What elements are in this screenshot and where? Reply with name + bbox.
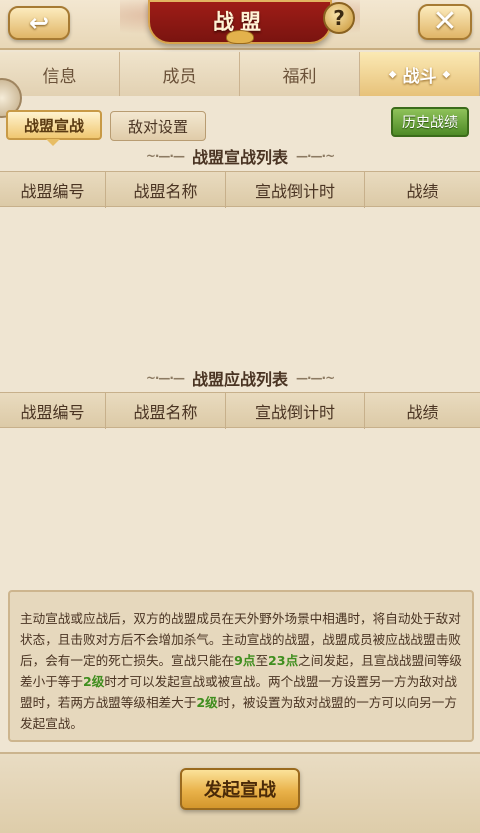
subtab-declare-war[interactable]: 战盟宣战 xyxy=(6,110,102,140)
column-header: 宣战倒计时 xyxy=(226,172,365,208)
tab-battle[interactable]: ◆ 战斗 ◆ xyxy=(360,52,480,96)
diamond-icon: ◆ xyxy=(442,68,451,80)
rules-highlight: 2级 xyxy=(82,674,105,689)
back-button[interactable]: ↩ xyxy=(8,6,70,40)
rules-highlight: 9点 xyxy=(234,653,256,668)
declare-table-header: 战盟编号 战盟名称 宣战倒计时 战绩 xyxy=(0,171,480,208)
column-header: 战盟名称 xyxy=(106,172,226,208)
ornament-left-icon: ~·—·— xyxy=(145,371,185,385)
history-record-button[interactable]: 历史战绩 xyxy=(391,107,469,137)
tab-welfare[interactable]: 福利 xyxy=(240,52,360,96)
column-header: 战绩 xyxy=(406,403,439,422)
column-header: 战绩 xyxy=(406,182,439,201)
rules-description: 主动宣战或应战后，双方的战盟成员在天外野外场景中相遇时，将自动处于敌对状态，且击… xyxy=(8,590,474,742)
back-arrow-icon: ↩ xyxy=(28,9,50,37)
tab-label: 福利 xyxy=(282,66,317,87)
history-button-label: 历史战绩 xyxy=(402,115,458,131)
response-list-title-text: 战盟应战列表 xyxy=(191,370,288,389)
column-header: 战盟编号 xyxy=(0,393,106,429)
rules-highlight: 2级 xyxy=(196,695,218,710)
ornament-right-icon: —·—·~ xyxy=(296,371,335,385)
declare-list-title: ~·—·— 战盟宣战列表 —·—·~ xyxy=(0,145,480,167)
response-list-title: ~·—·— 战盟应战列表 —·—·~ xyxy=(0,367,480,389)
declare-war-button[interactable]: 发起宣战 xyxy=(180,768,300,810)
declare-list-title-text: 战盟宣战列表 xyxy=(191,148,288,167)
tab-members[interactable]: 成员 xyxy=(120,52,240,96)
ornament-right-icon: —·—·~ xyxy=(296,149,335,163)
title-knot-ornament xyxy=(226,30,254,44)
tab-label: 信息 xyxy=(42,66,77,87)
help-button[interactable]: ? xyxy=(323,2,355,34)
response-table-header: 战盟编号 战盟名称 宣战倒计时 战绩 xyxy=(0,392,480,429)
diamond-icon: ◆ xyxy=(388,68,397,80)
subtab-label: 战盟宣战 xyxy=(23,116,84,135)
column-header: 战盟编号 xyxy=(0,172,106,208)
main-tabs: 信息 成员 福利 ◆ 战斗 ◆ xyxy=(0,52,480,96)
column-header: 宣战倒计时 xyxy=(226,393,365,429)
column-header: 战盟名称 xyxy=(106,393,226,429)
tab-label: 战斗 xyxy=(402,66,437,87)
ornament-left-icon: ~·—·— xyxy=(145,149,185,163)
close-button[interactable]: ✕ xyxy=(418,4,472,40)
declare-war-button-label: 发起宣战 xyxy=(204,780,276,801)
rules-text: 至 xyxy=(255,653,269,668)
close-icon: ✕ xyxy=(432,4,458,39)
question-icon: ? xyxy=(333,6,345,30)
tab-label: 成员 xyxy=(162,66,197,87)
rules-highlight: 23点 xyxy=(268,653,299,668)
subtab-enemy-settings[interactable]: 敌对设置 xyxy=(110,111,206,141)
subtab-label: 敌对设置 xyxy=(127,117,188,136)
